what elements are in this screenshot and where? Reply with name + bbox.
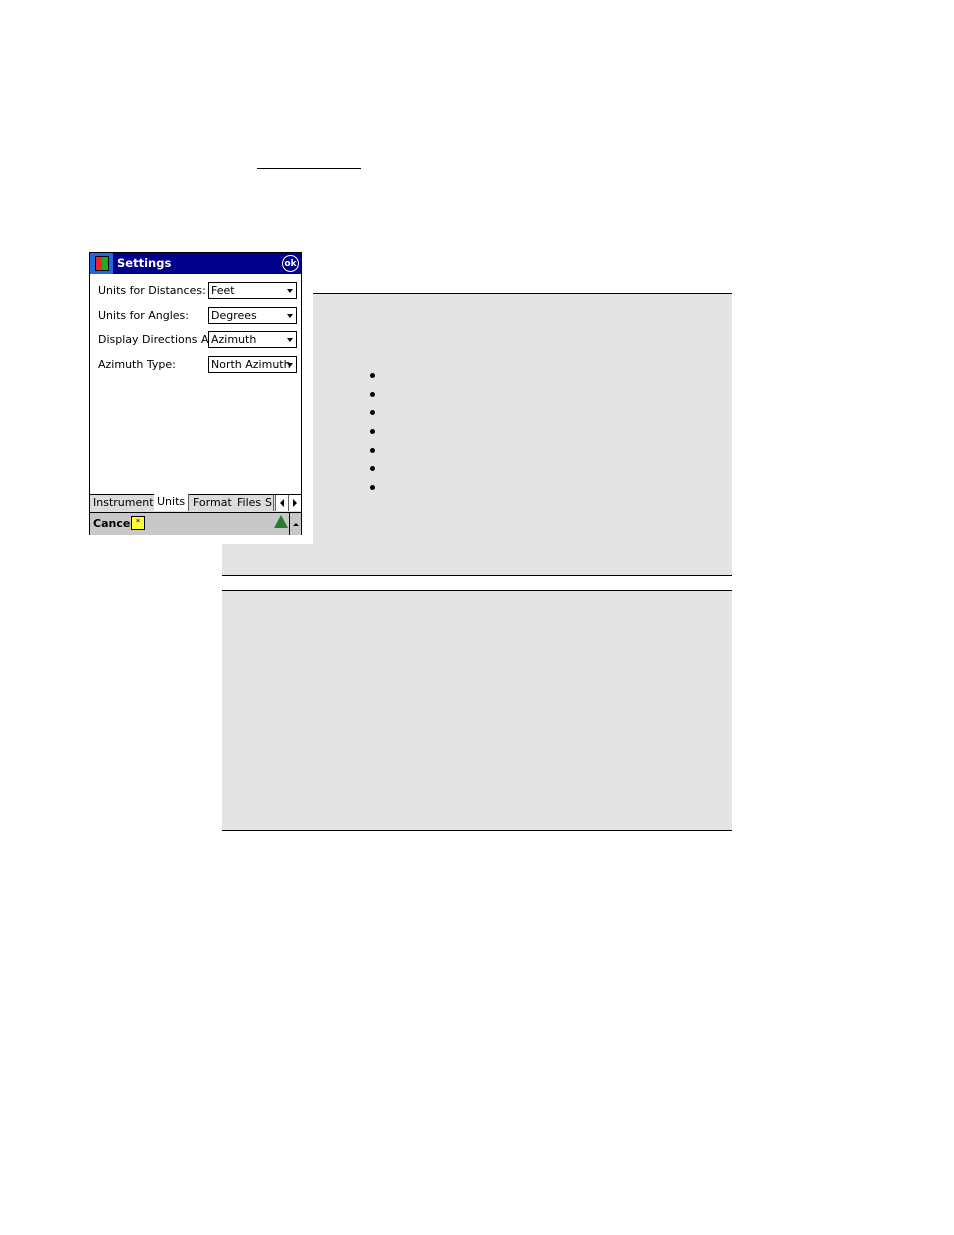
chevron-down-icon	[287, 314, 293, 318]
tab-format[interactable]: Format	[190, 495, 236, 511]
tab-truncated[interactable]: S	[264, 495, 274, 511]
select-value: North Azimuth	[211, 358, 291, 371]
units-distances-row: Units for Distances: Feet	[98, 282, 298, 299]
arrow-up-icon	[292, 522, 299, 526]
chevron-down-icon	[287, 289, 293, 293]
command-bar: Cancel *	[90, 512, 301, 535]
units-distances-select[interactable]: Feet	[208, 282, 297, 299]
settings-screenshot: Settings ok Units for Distances: Feet Un…	[89, 252, 302, 535]
tab-units[interactable]: Units	[154, 494, 190, 511]
units-angles-row: Units for Angles: Degrees	[98, 307, 298, 324]
star-icon[interactable]: *	[131, 516, 145, 530]
select-value: Azimuth	[211, 333, 257, 346]
chevron-down-icon	[287, 338, 293, 342]
units-angles-select[interactable]: Degrees	[208, 307, 297, 324]
input-panel-icon[interactable]	[274, 515, 288, 528]
arrow-right-icon	[293, 499, 297, 507]
azimuth-type-row: Azimuth Type: North Azimuth	[98, 356, 298, 373]
tab-instrument[interactable]: Instrument	[90, 495, 158, 511]
cancel-button[interactable]: Cancel	[93, 517, 134, 530]
heading-underline	[257, 168, 361, 169]
display-directions-row: Display Directions As: Azimuth	[98, 331, 298, 348]
input-panel-arrow-button[interactable]	[289, 513, 301, 535]
window-title: Settings	[117, 256, 172, 270]
units-angles-label: Units for Angles:	[98, 309, 189, 322]
display-directions-label: Display Directions As:	[98, 333, 218, 346]
select-value: Feet	[211, 284, 235, 297]
tab-files[interactable]: Files	[234, 495, 266, 511]
title-bar: Settings ok	[90, 253, 301, 274]
chevron-down-icon	[287, 363, 293, 367]
tab-bar: Instrument Units Format Files S	[90, 494, 301, 512]
tab-scroll-right-button[interactable]	[288, 495, 301, 511]
units-distances-label: Units for Distances:	[98, 284, 206, 297]
windows-flag-icon	[94, 256, 109, 271]
arrow-left-icon	[280, 499, 284, 507]
tab-scroll	[275, 495, 301, 511]
tab-scroll-left-button[interactable]	[275, 495, 288, 511]
display-directions-select[interactable]: Azimuth	[208, 331, 297, 348]
azimuth-type-label: Azimuth Type:	[98, 358, 176, 371]
ok-button[interactable]: ok	[282, 255, 299, 272]
start-menu-icon[interactable]	[90, 253, 113, 274]
select-value: Degrees	[211, 309, 257, 322]
azimuth-type-select[interactable]: North Azimuth	[208, 356, 297, 373]
info-box-note	[222, 590, 732, 831]
